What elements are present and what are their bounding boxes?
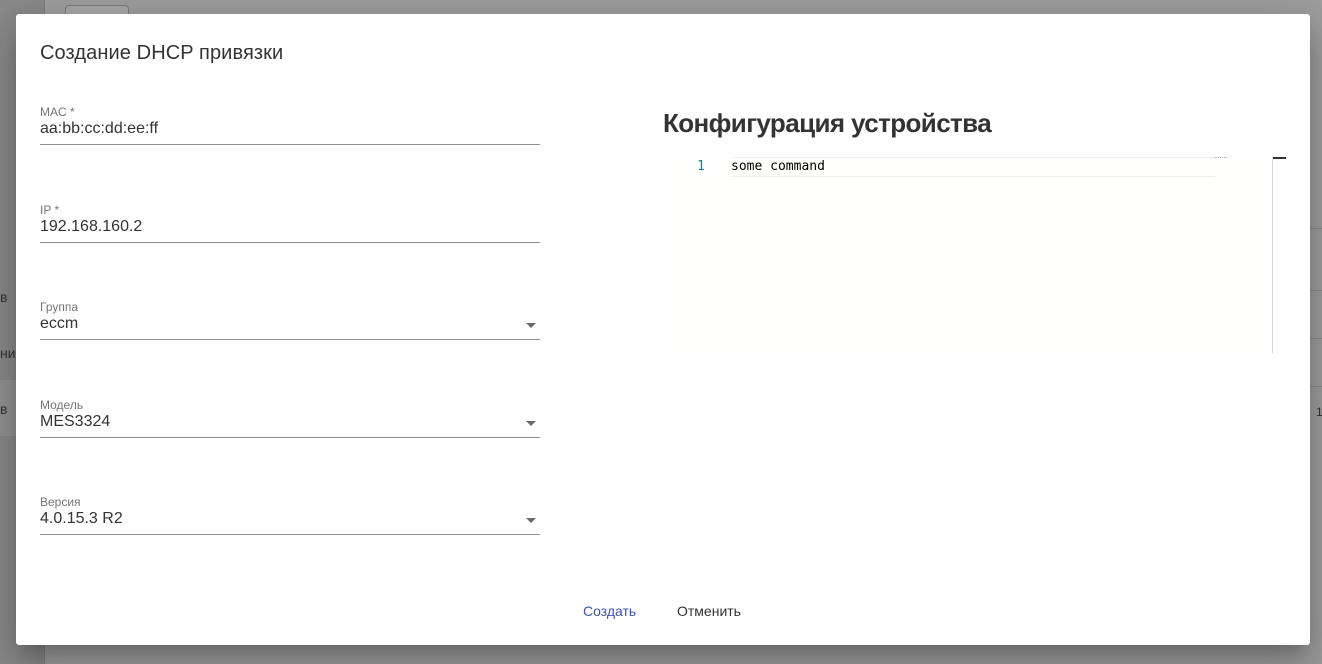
code-line[interactable]: some command [731,159,825,174]
mac-underline [40,144,540,145]
chevron-down-icon[interactable] [526,421,536,426]
version-label: Версия [40,495,81,509]
dialog-title: Создание DHCP привязки [40,42,284,64]
line-number: 1 [697,159,705,174]
model-value[interactable]: MES3324 [40,413,110,431]
background-row-divider [1310,290,1322,291]
background-row-divider [1310,228,1322,229]
config-title: Конфигурация устройства [663,108,992,138]
mac-label: MAC * [40,105,75,119]
model-underline [40,437,540,438]
version-underline [40,534,540,535]
group-label: Группа [40,300,79,314]
version-value[interactable]: 4.0.15.3 R2 [40,510,123,528]
background-text: в [0,289,8,305]
background-text: ни [0,345,16,361]
background-row-divider [1310,386,1322,387]
minimap-marker [1215,157,1227,160]
ip-underline [40,242,540,243]
editor-scrollbar[interactable] [1272,156,1273,353]
mac-input[interactable]: aa:bb:cc:dd:ee:ff [40,120,158,138]
ip-label: IP * [40,203,60,217]
create-button[interactable]: Создать [583,600,636,622]
minimize-icon[interactable] [1273,157,1286,159]
model-label: Модель [40,398,84,412]
background-row-divider [1310,338,1322,339]
background-text: в [0,401,8,417]
group-value[interactable]: eccm [40,315,78,333]
dhcp-binding-dialog: Создание DHCP привязки MAC * aa:bb:cc:dd… [16,14,1310,645]
ip-input[interactable]: 192.168.160.2 [40,218,142,236]
config-editor[interactable]: 1 some command [663,156,1273,353]
background-text: 1 [1316,405,1322,419]
chevron-down-icon[interactable] [526,518,536,523]
chevron-down-icon[interactable] [526,323,536,328]
cancel-button[interactable]: Отменить [677,600,741,622]
group-underline [40,339,540,340]
